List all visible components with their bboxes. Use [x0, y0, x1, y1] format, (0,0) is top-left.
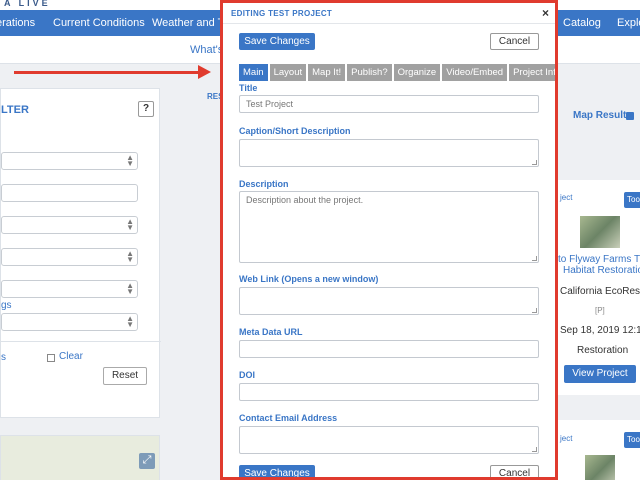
tab-layout[interactable]: Layout — [269, 64, 307, 81]
updown-caret-icon: ▲ ▼ — [126, 314, 134, 329]
view-project-button[interactable]: View Project — [564, 365, 636, 383]
mini-map[interactable]: ⤢ — [0, 435, 160, 480]
edit-project-modal: EDITING TEST PROJECT × Save Changes Canc… — [220, 0, 558, 480]
filter-select-5[interactable]: ▲ ▼ — [1, 280, 138, 298]
email-field[interactable] — [239, 426, 539, 454]
updown-caret-icon: ▲ ▼ — [126, 281, 134, 296]
map-results-label: Map Results — [573, 110, 632, 121]
card-title-line1[interactable]: to Flyway Farms Tid — [558, 254, 640, 265]
weblink-field[interactable] — [239, 287, 539, 315]
resize-handle-icon[interactable] — [532, 160, 537, 165]
cancel-button[interactable]: Cancel — [490, 33, 539, 50]
title-label: Title — [239, 83, 258, 93]
doi-label: DOI — [239, 370, 256, 380]
tab-organize[interactable]: Organize — [393, 64, 441, 81]
filter-input-2[interactable] — [1, 184, 138, 202]
filter-title: LTER — [1, 104, 29, 116]
whats-new-link[interactable]: What's — [190, 44, 223, 56]
card-type: Restoration — [577, 345, 629, 356]
map-results-checkbox[interactable] — [626, 112, 634, 120]
weblink-label: Web Link (Opens a new window) — [239, 274, 379, 284]
filter-select-1[interactable]: ▲ ▼ — [1, 152, 138, 170]
doi-field[interactable] — [239, 383, 539, 401]
nav-catalog[interactable]: Catalog — [563, 17, 601, 29]
site-logo[interactable]: A LIVE — [4, 0, 51, 8]
description-label: Description — [239, 179, 289, 189]
card-tools-button[interactable]: Too — [624, 432, 640, 448]
card-tools-button[interactable]: Too — [624, 192, 640, 208]
nav-explore[interactable]: Explor — [617, 17, 640, 29]
card-thumbnail[interactable] — [580, 216, 620, 248]
updown-caret-icon: ▲ ▼ — [126, 249, 134, 264]
reset-button[interactable]: Reset — [103, 367, 147, 385]
card-privacy: [P] — [595, 306, 605, 315]
metadata-url-field[interactable] — [239, 340, 539, 358]
card-project-label: ject — [560, 434, 573, 443]
help-button[interactable]: ? — [138, 101, 154, 117]
updown-caret-icon: ▲ ▼ — [126, 153, 134, 168]
clear-label[interactable]: Clear — [59, 351, 83, 362]
email-label: Contact Email Address — [239, 413, 338, 423]
annotation-arrow-head — [198, 65, 211, 79]
close-icon[interactable]: × — [542, 6, 549, 20]
cancel-button-bottom[interactable]: Cancel — [490, 465, 539, 477]
tab-publish[interactable]: Publish? — [347, 64, 392, 81]
expand-icon[interactable]: ⤢ — [139, 453, 155, 469]
filter-panel: LTER ? ▲ ▼ ▲ ▼ ▲ ▼ ▲ ▼ gs ▲ ▼ s Clear Reset — [0, 88, 161, 418]
modal-title: EDITING TEST PROJECT — [231, 9, 333, 18]
card-project-label: ject — [560, 193, 573, 202]
clear-checkbox[interactable] — [47, 354, 55, 362]
caption-field[interactable] — [239, 139, 539, 167]
tab-main[interactable]: Main — [239, 64, 268, 81]
annotation-arrow — [14, 71, 204, 74]
filter-select-4[interactable]: ▲ ▼ — [1, 248, 138, 266]
card-organization: California EcoRestore — [560, 286, 640, 297]
resize-handle-icon[interactable] — [532, 447, 537, 452]
tab-video-embed[interactable]: Video/Embed — [442, 64, 508, 81]
modal-divider — [223, 23, 555, 24]
modal-tabs: Main Layout Map It! Publish? Organize Vi… — [239, 64, 555, 81]
filter-select-6[interactable]: ▲ ▼ — [1, 313, 138, 331]
nav-current-conditions[interactable]: Current Conditions — [53, 17, 145, 29]
title-field[interactable]: Test Project — [239, 95, 539, 113]
save-changes-button[interactable]: Save Changes — [239, 33, 315, 50]
nav-operations[interactable]: erations — [0, 17, 35, 29]
filter-left-link[interactable]: s — [1, 352, 6, 363]
updown-caret-icon: ▲ ▼ — [126, 217, 134, 232]
caption-label: Caption/Short Description — [239, 126, 351, 136]
description-field[interactable]: Description about the project. — [239, 191, 539, 263]
filter-tags-label: gs — [1, 300, 12, 311]
tab-map-it[interactable]: Map It! — [308, 64, 346, 81]
save-changes-button-bottom[interactable]: Save Changes — [239, 465, 315, 477]
card-title-line2[interactable]: Habitat Restoration — [563, 265, 640, 276]
card-date: Sep 18, 2019 12:11 PM — [560, 325, 640, 336]
filter-divider — [1, 341, 161, 342]
description-value: Description about the project. — [246, 195, 364, 205]
resize-handle-icon[interactable] — [532, 308, 537, 313]
metadata-url-label: Meta Data URL — [239, 327, 303, 337]
tab-project-info[interactable]: Project Info — [509, 64, 555, 81]
card-thumbnail[interactable] — [585, 455, 615, 480]
filter-select-3[interactable]: ▲ ▼ — [1, 216, 138, 234]
resize-handle-icon[interactable] — [532, 256, 537, 261]
